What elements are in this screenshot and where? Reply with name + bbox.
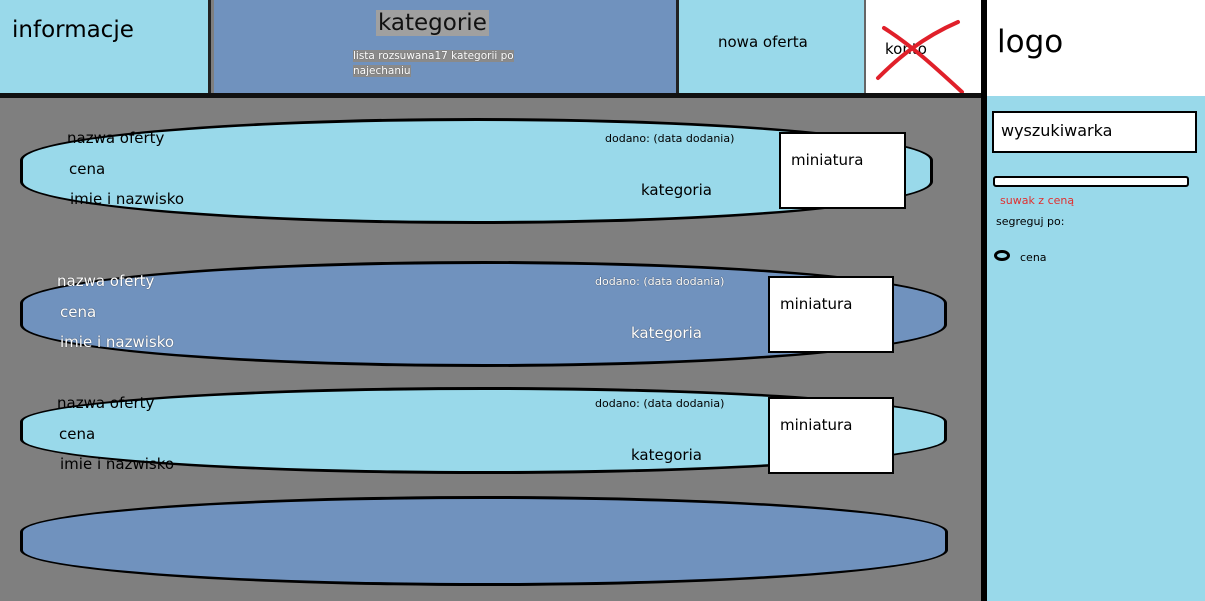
offer-added-date: dodano: (data dodania) <box>595 275 725 288</box>
offer-name: nazwa oferty <box>57 272 155 290</box>
sort-option-label: cena <box>1020 251 1047 264</box>
thumbnail-label: miniatura <box>780 416 853 434</box>
account-tab[interactable]: konto <box>866 0 983 96</box>
info-label: informacje <box>12 17 134 43</box>
offer-price: cena <box>59 425 96 443</box>
offer-price: cena <box>69 160 106 178</box>
offer-card[interactable]: nazwa oferty cena imie i nazwisko dodano… <box>20 261 947 367</box>
logo-text: logo <box>997 24 1064 60</box>
sidebar <box>987 96 1205 601</box>
sort-radio-price[interactable] <box>994 250 1010 261</box>
offer-thumbnail[interactable]: miniatura <box>779 132 906 209</box>
offer-added-date: dodano: (data dodania) <box>595 397 725 410</box>
search-label: wyszukiwarka <box>1001 121 1113 140</box>
categories-tab[interactable]: kategorie lista rozsuwana17 kategorii po… <box>211 0 679 96</box>
search-box[interactable]: wyszukiwarka <box>992 111 1197 153</box>
offer-name: nazwa oferty <box>57 394 155 412</box>
offer-card[interactable]: nazwa oferty cena imie i nazwisko dodano… <box>20 118 933 224</box>
new-offer-label: nowa oferta <box>718 33 808 51</box>
offer-price: cena <box>60 303 97 321</box>
offer-category: kategoria <box>641 181 712 199</box>
categories-title: kategorie <box>376 10 489 36</box>
offer-name: nazwa oferty <box>67 129 165 147</box>
offer-person: imie i nazwisko <box>60 333 175 351</box>
offer-category: kategoria <box>631 324 702 342</box>
offer-person: imie i nazwisko <box>70 190 185 208</box>
offer-card-placeholder[interactable] <box>20 496 948 586</box>
price-slider-label: suwak z ceną <box>1000 194 1075 207</box>
price-slider[interactable] <box>993 176 1189 187</box>
logo[interactable]: logo <box>987 0 1205 96</box>
offer-person: imie i nazwisko <box>60 455 175 473</box>
categories-note: lista rozsuwana17 kategorii po najechani… <box>353 50 514 77</box>
offer-added-date: dodano: (data dodania) <box>605 132 735 145</box>
offer-category: kategoria <box>631 446 702 464</box>
offer-thumbnail[interactable]: miniatura <box>768 276 894 353</box>
offer-card[interactable]: nazwa oferty cena imie i nazwisko dodano… <box>20 387 947 474</box>
thumbnail-label: miniatura <box>791 151 864 169</box>
sort-by-label: segreguj po: <box>996 215 1065 228</box>
offer-thumbnail[interactable]: miniatura <box>768 397 894 474</box>
thumbnail-label: miniatura <box>780 295 853 313</box>
info-tab[interactable]: informacje <box>0 0 211 96</box>
header-divider <box>0 93 981 98</box>
cross-out-icon <box>876 20 964 94</box>
new-offer-tab[interactable]: nowa oferta <box>679 0 866 96</box>
